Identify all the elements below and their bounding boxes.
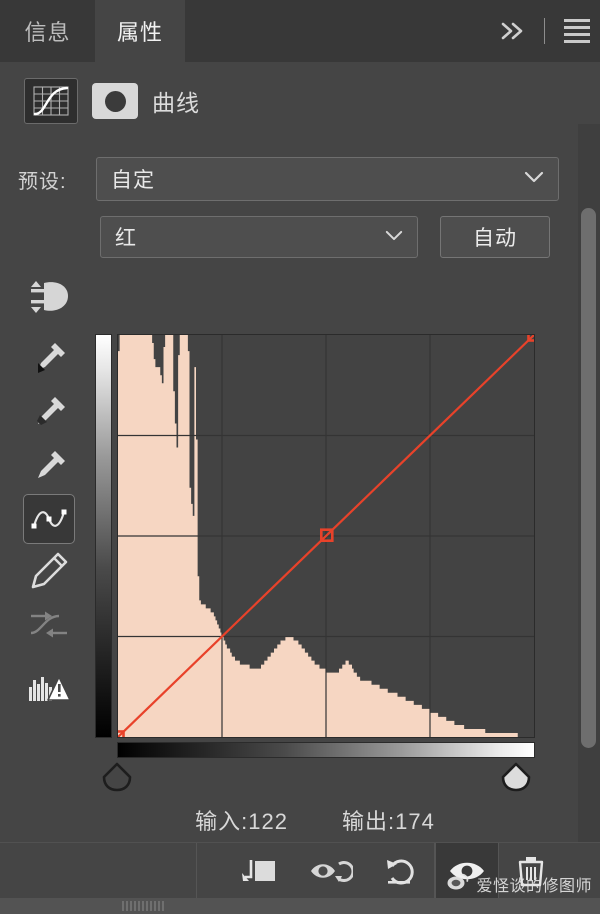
- input-gradient-ramp: [117, 742, 535, 758]
- auto-button[interactable]: 自动: [440, 216, 550, 258]
- tab-properties[interactable]: 属性: [95, 0, 185, 62]
- tab-info[interactable]: 信息: [0, 0, 95, 62]
- curve-plot-area[interactable]: [117, 334, 535, 738]
- watermark-text: 爱怪谈的修图师: [476, 878, 592, 895]
- tab-info-label: 信息: [24, 20, 71, 45]
- tool-curve-point[interactable]: [23, 494, 75, 544]
- output-gradient-ramp: [95, 334, 112, 738]
- preset-dropdown[interactable]: 自定: [96, 157, 559, 201]
- curve-canvas[interactable]: [118, 335, 534, 737]
- output-readout: 输出:174: [342, 809, 435, 834]
- white-point-handle[interactable]: [499, 762, 533, 792]
- double-chevron-right-icon[interactable]: [491, 0, 535, 62]
- adjustment-header: 曲线: [24, 78, 200, 124]
- weibo-logo-icon: [447, 873, 469, 896]
- tool-gray-point-eyedropper[interactable]: [20, 386, 78, 440]
- panel-scrollbar-thumb[interactable]: [581, 208, 596, 748]
- watermark: 爱怪谈的修图师: [447, 872, 592, 896]
- panel-dock-strip: [0, 898, 600, 914]
- panel-scrollbar-track[interactable]: [578, 124, 600, 904]
- panel-menu-icon[interactable]: [554, 0, 600, 62]
- auto-button-label: 自动: [473, 227, 517, 250]
- curve-readout: 输入:122 输出:174: [95, 804, 535, 836]
- tool-smooth-curve[interactable]: [20, 598, 78, 652]
- channel-value: 红: [115, 227, 137, 250]
- layer-mask-thumbnail-icon[interactable]: [92, 83, 138, 119]
- chevron-down-icon: [524, 170, 544, 188]
- tool-pencil-draw-curve[interactable]: [20, 544, 78, 598]
- black-point-handle[interactable]: [100, 762, 134, 792]
- toolbar-divider: [544, 18, 545, 44]
- curves-tool-column: [20, 270, 78, 714]
- tool-white-point-eyedropper[interactable]: [20, 440, 78, 494]
- channel-row: 红 自动: [18, 215, 563, 259]
- reset-adjustment-button[interactable]: [372, 843, 434, 898]
- preset-value: 自定: [111, 169, 155, 192]
- properties-panel-content: 曲线 预设: 自定 红 自动 输入:122 输出:174: [0, 62, 578, 842]
- curves-adjustment-icon: [24, 78, 78, 124]
- chevron-down-icon: [385, 228, 403, 246]
- curves-graph[interactable]: [95, 334, 535, 792]
- toggle-previous-state-button[interactable]: [300, 843, 362, 898]
- panel-tab-bar: 信息 属性: [0, 0, 600, 62]
- preset-label: 预设:: [18, 170, 67, 193]
- footer-divider: [196, 843, 197, 898]
- tab-bar-controls: [491, 0, 600, 62]
- input-readout: 输入:122: [195, 809, 288, 834]
- tool-black-point-eyedropper[interactable]: [20, 332, 78, 386]
- tool-histogram-warning[interactable]: [20, 660, 78, 714]
- properties-panel: 曲线 预设: 自定 红 自动 输入:122 输出:174: [0, 62, 600, 904]
- clip-to-layer-button[interactable]: [228, 843, 290, 898]
- page-title: 曲线: [152, 90, 200, 116]
- preset-row: 预设: 自定: [18, 157, 563, 201]
- channel-dropdown[interactable]: 红: [100, 216, 418, 258]
- dock-resize-grip[interactable]: [122, 901, 166, 911]
- mask-shape: [104, 90, 126, 112]
- tab-properties-label: 属性: [116, 20, 163, 45]
